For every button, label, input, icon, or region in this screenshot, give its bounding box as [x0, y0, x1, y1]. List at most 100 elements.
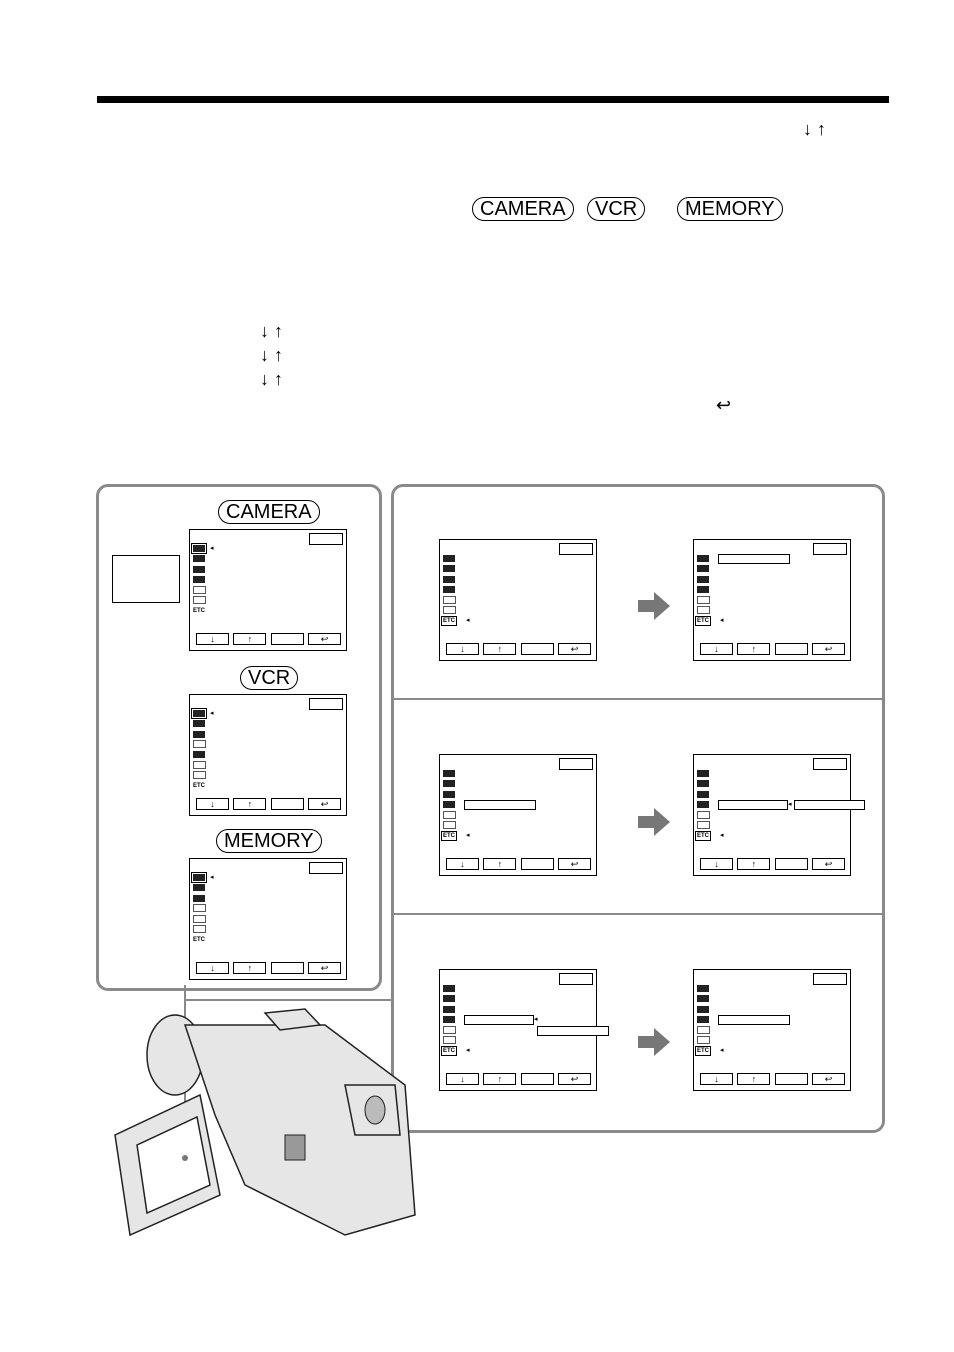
up-button[interactable]: ↑	[737, 643, 771, 655]
blank-button[interactable]	[774, 1073, 808, 1085]
menu-ETC[interactable]: ETC	[695, 1045, 717, 1056]
menu-cm-set-icon[interactable]	[443, 800, 463, 810]
menu-lcd-vf-icon[interactable]	[443, 790, 463, 800]
menu-setup-icon[interactable]	[443, 820, 463, 830]
down-button[interactable]: ↓	[446, 1073, 479, 1085]
down-button[interactable]: ↓	[446, 643, 479, 655]
menu-ETC[interactable]: ETC	[193, 781, 213, 791]
up-button[interactable]: ↑	[233, 633, 267, 645]
menu-tape-set-icon[interactable]	[697, 595, 717, 605]
menu-cm-set-icon[interactable]	[697, 585, 717, 595]
blank-button[interactable]	[774, 858, 808, 870]
menu-ETC[interactable]: ETC	[441, 615, 463, 626]
menu-tape-set-icon[interactable]	[443, 1025, 463, 1035]
menu-cm-set-icon[interactable]	[443, 1015, 463, 1025]
up-button[interactable]: ↑	[233, 798, 267, 810]
return-button[interactable]: ↩	[307, 798, 341, 810]
menu-manual-icon[interactable]	[697, 769, 717, 779]
menu-cm-set-icon[interactable]	[697, 800, 717, 810]
menu-memory-play-icon[interactable]	[193, 914, 213, 924]
down-button[interactable]: ↓	[700, 1073, 733, 1085]
menu-tape-set-icon[interactable]	[193, 585, 213, 595]
menu-tape-set-icon[interactable]	[443, 810, 463, 820]
submenu-item[interactable]	[464, 1015, 534, 1025]
menu-lcd-vf-icon[interactable]	[193, 565, 213, 575]
menu-tape-set-icon[interactable]	[697, 1025, 717, 1035]
menu-camera-set-icon[interactable]	[697, 994, 717, 1004]
menu-ETC[interactable]: ETC	[193, 935, 213, 945]
up-button[interactable]: ↑	[483, 1073, 517, 1085]
menu-vcr-set-icon[interactable]	[193, 719, 213, 729]
submenu-item[interactable]	[718, 1015, 790, 1025]
menu-camera-set-icon[interactable]	[193, 883, 213, 893]
blank-button[interactable]	[520, 643, 554, 655]
menu-setup-icon[interactable]	[697, 605, 717, 615]
menu-camera-set-icon[interactable]	[193, 554, 213, 564]
menu-cm-set-icon[interactable]	[193, 575, 213, 585]
menu-manual-icon[interactable]	[443, 769, 463, 779]
menu-ETC[interactable]: ETC	[441, 830, 463, 841]
submenu-item[interactable]	[464, 800, 536, 810]
blank-button[interactable]	[774, 643, 808, 655]
menu-lcd-vf-icon[interactable]	[697, 790, 717, 800]
menu-setup-icon[interactable]	[697, 820, 717, 830]
return-button[interactable]: ↩	[811, 858, 845, 870]
menu-camera-set-icon[interactable]	[443, 994, 463, 1004]
menu-manual-icon[interactable]	[443, 554, 463, 564]
return-button[interactable]: ↩	[557, 643, 591, 655]
menu-ETC[interactable]: ETC	[695, 830, 717, 841]
down-button[interactable]: ↓	[196, 962, 229, 974]
down-button[interactable]: ↓	[196, 798, 229, 810]
menu-lcd-vf-icon[interactable]	[697, 575, 717, 585]
up-button[interactable]: ↑	[737, 1073, 771, 1085]
menu-ETC[interactable]: ETC	[193, 606, 213, 616]
menu-setup-icon[interactable]	[443, 605, 463, 615]
submenu-item[interactable]	[718, 554, 790, 564]
menu-memory-icon[interactable]	[193, 904, 213, 914]
menu-lcd-vf-icon[interactable]	[443, 575, 463, 585]
menu-camera-set-icon[interactable]	[697, 779, 717, 789]
return-button[interactable]: ↩	[811, 1073, 845, 1085]
menu-tape-set-icon[interactable]	[443, 595, 463, 605]
menu-lcd-vf-icon[interactable]	[193, 894, 213, 904]
down-button[interactable]: ↓	[196, 633, 229, 645]
menu-manual-icon[interactable]	[443, 984, 463, 994]
menu-cm-set-icon[interactable]	[443, 585, 463, 595]
menu-tape-set-icon[interactable]	[193, 760, 213, 770]
return-button[interactable]: ↩	[307, 633, 341, 645]
menu-cm-set-icon[interactable]	[193, 750, 213, 760]
menu-memory-icon[interactable]	[193, 740, 213, 750]
blank-button[interactable]	[270, 798, 304, 810]
menu-camera-set-icon[interactable]	[443, 779, 463, 789]
menu-lcd-vf-icon[interactable]	[697, 1005, 717, 1015]
return-button[interactable]: ↩	[557, 1073, 591, 1085]
menu-setup-icon[interactable]	[193, 771, 213, 781]
submenu-item[interactable]	[794, 800, 865, 810]
menu-setup-icon[interactable]	[443, 1035, 463, 1045]
submenu-item[interactable]	[718, 800, 788, 810]
down-button[interactable]: ↓	[446, 858, 479, 870]
menu-setup-icon[interactable]	[697, 1035, 717, 1045]
up-button[interactable]: ↑	[233, 962, 267, 974]
menu-manual-icon[interactable]	[697, 984, 717, 994]
menu-tape-set-icon[interactable]	[697, 810, 717, 820]
return-button[interactable]: ↩	[811, 643, 845, 655]
menu-lcd-vf-icon[interactable]	[443, 1005, 463, 1015]
blank-button[interactable]	[270, 633, 304, 645]
menu-setup-icon[interactable]	[193, 595, 213, 605]
blank-button[interactable]	[520, 858, 554, 870]
down-button[interactable]: ↓	[700, 858, 733, 870]
menu-camera-set-icon[interactable]	[697, 564, 717, 574]
submenu-item[interactable]	[537, 1026, 609, 1036]
menu-cm-set-icon[interactable]	[697, 1015, 717, 1025]
menu-ETC[interactable]: ETC	[441, 1045, 463, 1056]
return-button[interactable]: ↩	[557, 858, 591, 870]
return-button[interactable]: ↩	[307, 962, 341, 974]
up-button[interactable]: ↑	[737, 858, 771, 870]
blank-button[interactable]	[270, 962, 304, 974]
menu-manual-icon[interactable]	[697, 554, 717, 564]
menu-ETC[interactable]: ETC	[695, 615, 717, 626]
menu-setup-icon[interactable]	[193, 924, 213, 934]
menu-camera-set-icon[interactable]	[443, 564, 463, 574]
down-button[interactable]: ↓	[700, 643, 733, 655]
